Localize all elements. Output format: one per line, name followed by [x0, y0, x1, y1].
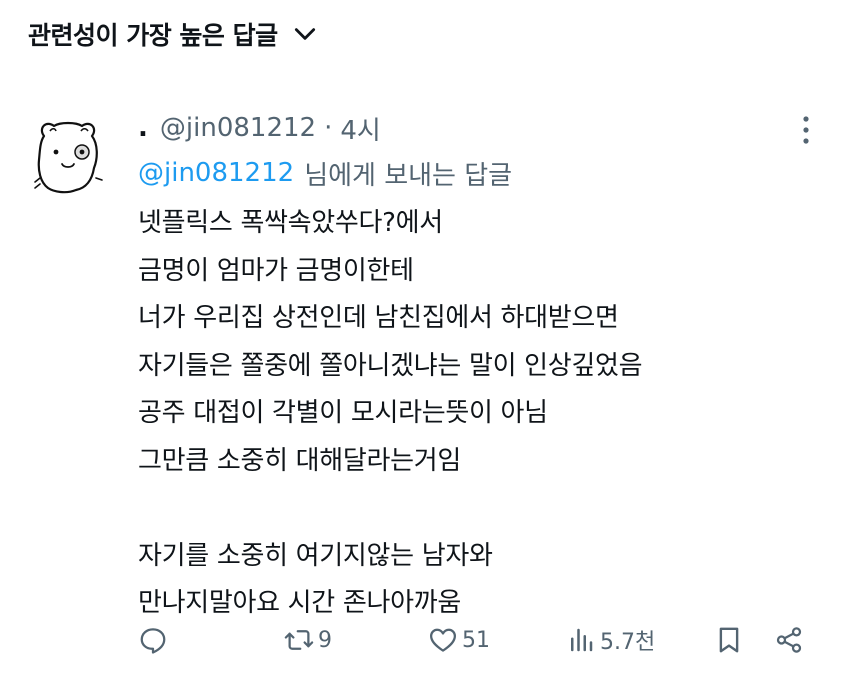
heart-icon [430, 628, 456, 652]
tweet-body-line: 넷플릭스 폭싹속았쑤다?에서 [138, 208, 443, 238]
tweet-body-line: 너가 우리집 상전인데 남친집에서 하대받으면 [138, 303, 619, 333]
tweet-actions: 9 51 5.7천 [0, 620, 850, 660]
replying-to: @jin081212 님에게 보내는 답글 [138, 152, 512, 194]
replying-to-mention[interactable]: @jin081212 [138, 158, 294, 188]
retweet-button[interactable]: 9 [284, 620, 332, 660]
tweet-body-line [138, 485, 818, 533]
reply-icon [140, 628, 166, 654]
sort-replies-dropdown[interactable]: 관련성이 가장 높은 답글 [28, 12, 318, 56]
tweet-body-line: 공주 대접이 각별이 모시라는뜻이 아님 [138, 398, 548, 428]
share-icon [776, 627, 802, 653]
like-count: 51 [462, 627, 490, 653]
chevron-down-icon [294, 28, 315, 40]
avatar[interactable] [26, 114, 110, 198]
like-button[interactable]: 51 [428, 620, 490, 660]
tweet-body-line: 금명이 엄마가 금명이한테 [138, 255, 414, 286]
sort-label: 관련성이 가장 높은 답글 [28, 21, 278, 50]
retweet-icon [284, 630, 314, 650]
tweet-body-line: 그만큼 소중히 대해달라는거임 [138, 445, 461, 476]
bookmark-icon [719, 627, 739, 653]
tweet-body: 넷플릭스 폭싹속았쑤다?에서 금명이 엄마가 금명이한테 너가 우리집 상전인데… [138, 200, 818, 628]
tweet-body-line: 자기를 소중히 여기지않는 남자와 [138, 540, 493, 571]
bear-doodle-avatar-icon [34, 121, 103, 194]
analytics-icon [571, 628, 593, 652]
tweet-body-line: 자기들은 쫄중에 쫄아니겠냐는 말이 인상깊었음 [138, 350, 643, 381]
more-options-button[interactable] [790, 112, 822, 148]
more-vertical-icon [803, 116, 809, 144]
reply-tweet[interactable]: . @jin081212 · 4시 @jin081212 님에게 보내는 답글 … [0, 100, 850, 684]
share-button[interactable] [774, 620, 804, 660]
view-count: 5.7천 [600, 630, 656, 655]
views-button[interactable]: 5.7천 [566, 620, 655, 660]
replying-to-suffix: 님에게 보내는 답글 [304, 160, 513, 191]
author-handle[interactable]: @jin081212 [160, 113, 316, 143]
bookmark-button[interactable] [714, 620, 744, 660]
tweet-meta: . @jin081212 · 4시 [138, 108, 381, 148]
retweet-count: 9 [318, 627, 332, 653]
reply-button[interactable] [138, 620, 172, 660]
tweet-time[interactable]: 4시 [340, 110, 380, 147]
author-name[interactable]: . [138, 113, 148, 143]
meta-separator: · [324, 113, 333, 143]
